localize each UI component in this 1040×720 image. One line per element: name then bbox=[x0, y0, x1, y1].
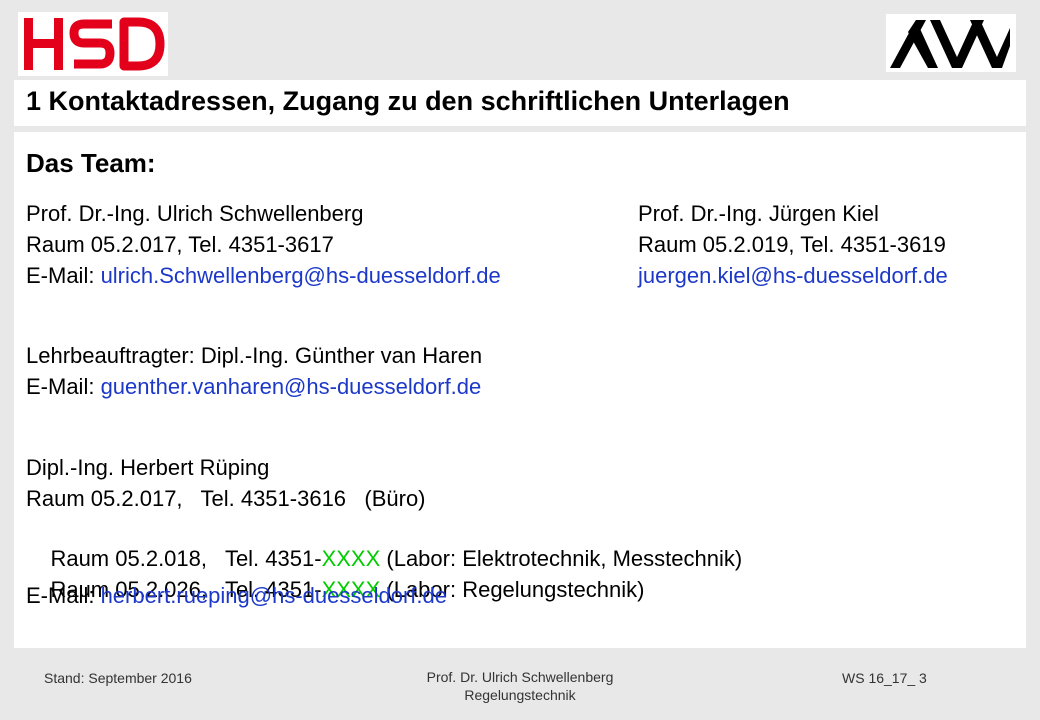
person3-name: Dipl.-Ing. Herbert Rüping bbox=[26, 455, 270, 480]
person3-email-link[interactable]: herbert.rueping@hs-duesseldorf.de bbox=[101, 583, 447, 608]
person2-email-link[interactable]: juergen.kiel@hs-duesseldorf.de bbox=[638, 262, 948, 290]
lecturer-email-line: E-Mail: guenther.vanharen@hs-duesseldorf… bbox=[26, 373, 481, 401]
hsd-logo bbox=[18, 12, 168, 76]
footer-course: Regelungstechnik bbox=[464, 687, 576, 703]
person1-room: Raum 05.2.017, Tel. 4351-3617 bbox=[26, 232, 334, 257]
person2-room: Raum 05.2.019, Tel. 4351-3619 bbox=[638, 232, 946, 257]
person2-name: Prof. Dr.-Ing. Jürgen Kiel bbox=[638, 201, 879, 226]
content-panel: Das Team: Prof. Dr.-Ing. Ulrich Schwelle… bbox=[14, 132, 1026, 648]
lecturer-email-link[interactable]: guenther.vanharen@hs-duesseldorf.de bbox=[101, 374, 482, 399]
person1-email-link[interactable]: ulrich.Schwellenberg@hs-duesseldorf.de bbox=[101, 263, 501, 288]
footer-page: WS 16_17_ 3 bbox=[842, 670, 927, 686]
person1-name: Prof. Dr.-Ing. Ulrich Schwellenberg bbox=[26, 201, 364, 226]
mv-logo-graphic bbox=[886, 20, 1016, 71]
lecturer-line: Lehrbeauftragter: Dipl.-Ing. Günther van… bbox=[26, 343, 483, 368]
email-label: E-Mail: bbox=[26, 374, 101, 399]
team-heading: Das Team: bbox=[26, 148, 156, 178]
person3-email-line: E-Mail: herbert.rueping@hs-duesseldorf.d… bbox=[26, 582, 447, 610]
email-label: E-Mail: bbox=[26, 583, 101, 608]
hsd-logo-graphic bbox=[24, 17, 165, 71]
mv-logo bbox=[886, 14, 1016, 72]
slide-title: 1 Kontaktadressen, Zugang zu den schrift… bbox=[26, 86, 790, 116]
title-bar: 1 Kontaktadressen, Zugang zu den schrift… bbox=[14, 80, 1026, 126]
person3-room1: Raum 05.2.017, Tel. 4351-3616 (Büro) bbox=[26, 486, 426, 511]
person1-email-line: E-Mail: ulrich.Schwellenberg@hs-duesseld… bbox=[26, 262, 501, 290]
email-label: E-Mail: bbox=[26, 263, 101, 288]
